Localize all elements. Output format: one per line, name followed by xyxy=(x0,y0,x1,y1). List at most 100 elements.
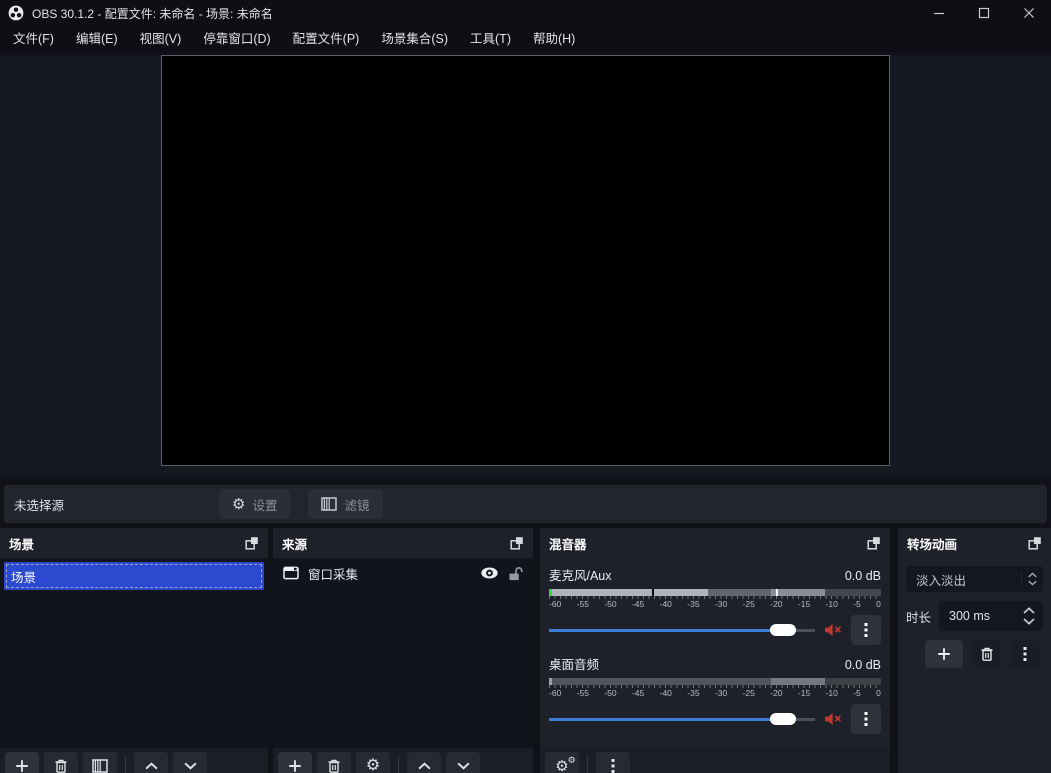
scene-down-button[interactable] xyxy=(173,752,207,773)
meter-tick-label: -15 xyxy=(798,599,810,610)
menu-item[interactable]: 场景集合(S) xyxy=(370,26,459,52)
scene-filters-button[interactable] xyxy=(83,752,117,773)
kebab-icon xyxy=(864,711,868,727)
source-filters-label: 滤镜 xyxy=(344,495,369,514)
slider-handle[interactable] xyxy=(770,713,796,725)
window-title: OBS 30.1.2 - 配置文件: 未命名 - 场景: 未命名 xyxy=(32,5,916,22)
mixer-options-button[interactable] xyxy=(596,752,630,773)
add-transition-button[interactable] xyxy=(925,640,963,668)
eye-icon[interactable] xyxy=(480,566,499,580)
duration-value: 300 ms xyxy=(949,609,990,623)
spin-down-icon[interactable] xyxy=(1023,618,1035,625)
mixer-channel-mic: 麦克风/Aux 0.0 dB -60-55-50-45-40-35-30-25-… xyxy=(540,558,890,645)
sources-dock-header: 来源 xyxy=(273,528,533,558)
volume-slider[interactable] xyxy=(549,711,815,727)
trash-icon xyxy=(979,646,995,662)
source-properties-label: 设置 xyxy=(252,495,277,514)
minimize-button[interactable] xyxy=(916,0,961,26)
plus-icon xyxy=(15,759,29,773)
menu-item[interactable]: 文件(F) xyxy=(2,26,65,52)
meter-tick-label: -5 xyxy=(853,599,861,610)
meter-tick-label: -35 xyxy=(687,688,699,699)
scenes-dock-header: 场景 xyxy=(0,528,268,558)
menu-item[interactable]: 视图(V) xyxy=(129,26,193,52)
scenes-toolbar xyxy=(0,748,268,773)
duration-spinbox[interactable]: 300 ms xyxy=(939,601,1043,631)
meter-tick-label: -30 xyxy=(715,688,727,699)
window-capture-icon xyxy=(283,566,299,580)
transition-select[interactable]: 淡入淡出 xyxy=(906,566,1043,592)
add-scene-button[interactable] xyxy=(5,752,39,773)
sources-dock-title: 来源 xyxy=(282,534,510,553)
source-filters-button[interactable]: 滤镜 xyxy=(308,489,382,519)
remove-scene-button[interactable] xyxy=(44,752,78,773)
meter-tick-label: -55 xyxy=(577,599,589,610)
scene-up-button[interactable] xyxy=(134,752,168,773)
menu-item[interactable]: 编辑(E) xyxy=(65,26,129,52)
volume-slider[interactable] xyxy=(549,622,815,638)
slider-handle[interactable] xyxy=(770,624,796,636)
close-button[interactable] xyxy=(1006,0,1051,26)
meter-tick-label: -55 xyxy=(577,688,589,699)
dock-popout-icon[interactable] xyxy=(1028,536,1042,550)
menu-item[interactable]: 配置文件(P) xyxy=(282,26,371,52)
source-down-button[interactable] xyxy=(446,752,480,773)
menu-item[interactable]: 帮助(H) xyxy=(522,26,586,52)
meter-tick-label: -40 xyxy=(660,688,672,699)
toolbar-separator xyxy=(125,756,126,773)
transitions-dock-title: 转场动画 xyxy=(907,534,1028,553)
remove-transition-button[interactable] xyxy=(973,640,1001,668)
filter-icon xyxy=(321,497,337,511)
mute-speaker-icon[interactable] xyxy=(824,712,842,726)
channel-options-button[interactable] xyxy=(851,704,881,734)
channel-db-value: 0.0 dB xyxy=(845,569,881,583)
lock-open-icon[interactable] xyxy=(508,566,523,581)
sources-dock: 来源 窗口采集 ⚙ xyxy=(273,528,533,773)
dock-popout-icon[interactable] xyxy=(510,536,524,550)
scene-list-item[interactable]: 场景 xyxy=(4,562,264,590)
maximize-button[interactable] xyxy=(961,0,1006,26)
meter-tick-label: -40 xyxy=(660,599,672,610)
meter-tick-label: -25 xyxy=(743,599,755,610)
trash-icon xyxy=(326,758,342,773)
preview-canvas[interactable] xyxy=(161,55,890,466)
source-context-bar: 未选择源 ⚙ 设置 滤镜 xyxy=(4,485,1047,523)
source-properties-toolbar-button[interactable]: ⚙ xyxy=(356,752,390,773)
source-list-item[interactable]: 窗口采集 xyxy=(273,558,533,588)
source-up-button[interactable] xyxy=(407,752,441,773)
mixer-toolbar: ⚙⚙ xyxy=(540,748,890,773)
slider-fill xyxy=(549,718,783,721)
remove-source-button[interactable] xyxy=(317,752,351,773)
chevron-down-icon xyxy=(457,762,470,770)
mixer-body: 麦克风/Aux 0.0 dB -60-55-50-45-40-35-30-25-… xyxy=(540,558,890,748)
chevron-up-icon xyxy=(418,762,431,770)
trash-icon xyxy=(53,758,69,773)
gears-icon: ⚙⚙ xyxy=(555,759,568,773)
source-properties-button[interactable]: ⚙ 设置 xyxy=(219,489,290,519)
meter-tick-label: 0 xyxy=(876,688,881,699)
meter-tick-label: 0 xyxy=(876,599,881,610)
gear-icon: ⚙ xyxy=(232,497,245,512)
dock-popout-icon[interactable] xyxy=(867,536,881,550)
chevron-down-icon xyxy=(184,762,197,770)
dock-popout-icon[interactable] xyxy=(245,536,259,550)
spin-up-icon[interactable] xyxy=(1023,607,1035,614)
meter-tick-label: -45 xyxy=(632,599,644,610)
titlebar: OBS 30.1.2 - 配置文件: 未命名 - 场景: 未命名 xyxy=(0,0,1051,26)
add-source-button[interactable] xyxy=(278,752,312,773)
filter-icon xyxy=(92,759,108,773)
kebab-icon xyxy=(611,758,615,773)
toolbar-separator xyxy=(398,756,399,773)
mixer-dock-header: 混音器 xyxy=(540,528,890,558)
volume-meter xyxy=(549,678,881,685)
meter-scale-labels: -60-55-50-45-40-35-30-25-20-15-10-50 xyxy=(549,688,881,699)
advanced-audio-button[interactable]: ⚙⚙ xyxy=(545,752,579,773)
menu-item[interactable]: 工具(T) xyxy=(459,26,522,52)
meter-tick-label: -5 xyxy=(853,688,861,699)
meter-tick-label: -20 xyxy=(770,599,782,610)
meter-tick-label: -60 xyxy=(549,688,561,699)
transition-options-button[interactable] xyxy=(1011,640,1039,668)
channel-options-button[interactable] xyxy=(851,615,881,645)
menu-item[interactable]: 停靠窗口(D) xyxy=(192,26,281,52)
mute-speaker-icon[interactable] xyxy=(824,623,842,637)
